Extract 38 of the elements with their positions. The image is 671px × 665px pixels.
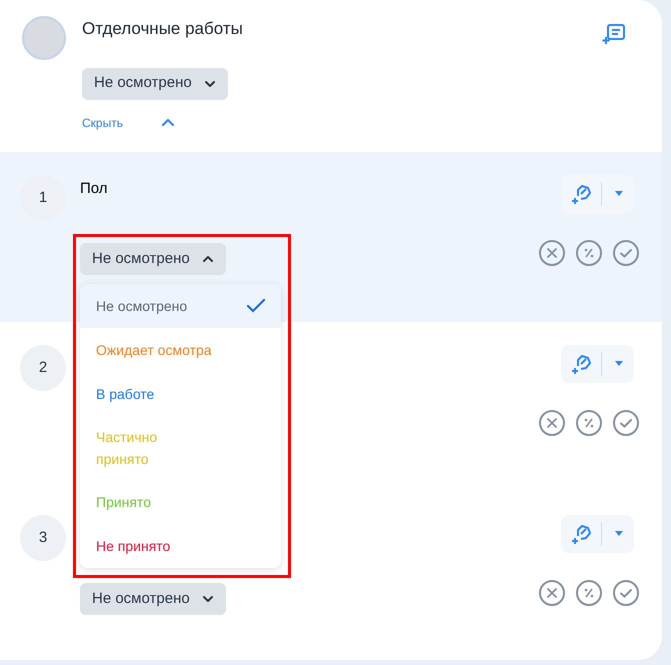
chevron-icon [160,118,175,127]
status-option[interactable]: Ожидает осмотра [80,328,281,372]
reject-icon[interactable] [538,409,566,437]
accept-icon[interactable] [612,579,640,607]
percent-icon[interactable] [575,579,603,607]
caret-icon[interactable] [614,531,624,537]
percent-icon[interactable] [575,409,603,437]
section-title: Отделочные работы [82,18,244,40]
status-option[interactable]: Не осмотрено [80,284,281,328]
status-option[interactable]: Не принято [80,524,281,568]
hide-toggle[interactable]: Скрыть [82,114,602,132]
tag-plus-icon [569,352,593,376]
avatar [22,16,66,60]
accept-icon[interactable] [612,409,640,437]
reject-icon[interactable] [538,579,566,607]
tag-plus-icon [569,522,593,546]
tag-split-button[interactable] [561,345,634,383]
item-name: Пол [80,180,108,197]
status-dropdown[interactable]: Не осмотрено [80,243,226,275]
reject-icon[interactable] [538,239,566,267]
tag-split-button[interactable] [561,515,634,553]
chevron-icon [202,595,214,603]
status-dropdown[interactable]: Не осмотрено [82,68,228,100]
chevron-icon [202,255,214,263]
caret-icon[interactable] [614,191,624,197]
item-number: 1 [20,175,66,221]
caret-icon[interactable] [614,361,624,367]
accept-icon[interactable] [612,239,640,267]
add-note-icon[interactable] [602,22,626,46]
item-number: 2 [20,345,66,391]
percent-icon[interactable] [575,239,603,267]
tag-plus-icon [569,182,593,206]
status-option[interactable]: В работе [80,372,281,416]
chevron-icon [204,80,216,88]
item-number: 3 [20,515,66,561]
status-dropdown[interactable]: Не осмотрено [80,583,226,615]
tag-split-button[interactable] [561,175,634,213]
check-icon [247,299,265,313]
